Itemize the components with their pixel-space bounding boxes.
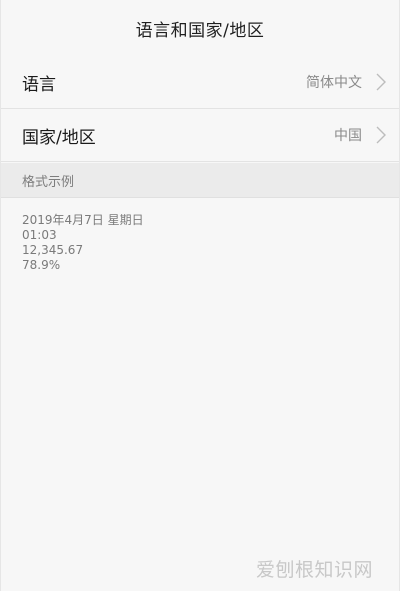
- settings-screen: 语言和国家/地区 语言 简体中文 国家/地区 中国 格式示例 2019年4月7日…: [0, 0, 400, 591]
- setting-value-language: 简体中文: [306, 75, 362, 91]
- format-example-title: 格式示例: [22, 174, 75, 190]
- setting-label-language: 语言: [22, 74, 56, 95]
- format-example-header: 格式示例: [1, 163, 399, 198]
- title-bar: 语言和国家/地区: [1, 0, 399, 57]
- setting-row-region[interactable]: 国家/地区 中国: [1, 109, 399, 162]
- setting-label-region: 国家/地区: [22, 127, 96, 148]
- example-percent: 78.9%: [22, 258, 61, 272]
- example-number: 12,345.67: [22, 243, 84, 257]
- chevron-right-icon: [376, 126, 386, 144]
- setting-row-language[interactable]: 语言 简体中文: [1, 56, 399, 109]
- format-examples: 2019年4月7日 星期日 01:03 12,345.67 78.9%: [22, 213, 144, 273]
- setting-value-region: 中国: [334, 128, 362, 144]
- chevron-right-icon: [376, 73, 386, 91]
- example-date: 2019年4月7日 星期日: [22, 213, 144, 227]
- example-time: 01:03: [22, 228, 57, 242]
- page-title: 语言和国家/地区: [135, 20, 265, 41]
- watermark: 爱刨根知识网: [255, 559, 373, 581]
